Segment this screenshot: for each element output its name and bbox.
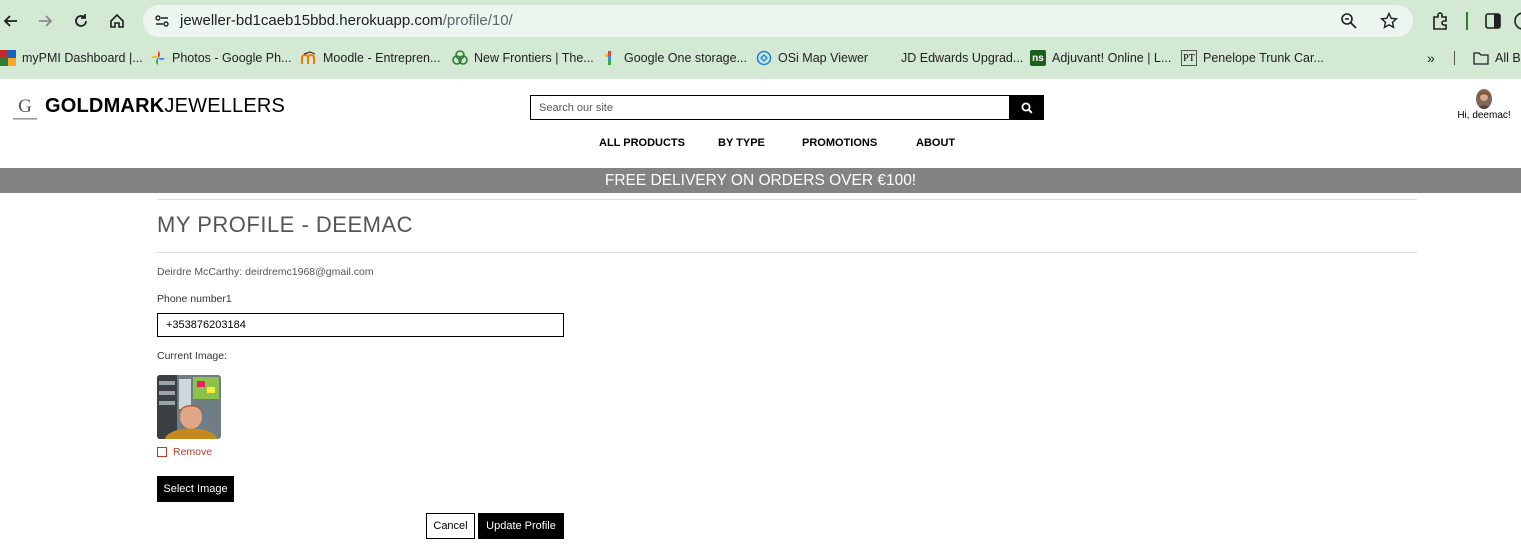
site-logo[interactable]: GOLDMARKJEWELLERS [45, 95, 285, 118]
google-one-icon [602, 50, 618, 66]
cancel-button[interactable]: Cancel [426, 513, 475, 539]
search-button[interactable] [1010, 95, 1044, 120]
folder-icon [1473, 50, 1489, 66]
reload-icon[interactable] [70, 10, 92, 32]
zoom-icon[interactable] [1340, 12, 1358, 30]
bookmark-star-icon[interactable] [1379, 11, 1399, 30]
phone-label: Phone number1 [157, 293, 232, 305]
bookmark-item[interactable]: Google One storage... [602, 49, 747, 67]
logo-rest: JEWELLERS [164, 95, 286, 117]
bookmark-item[interactable]: JD Edwards Upgrad... [879, 49, 1023, 67]
ns-icon: ns [1030, 50, 1046, 66]
nav-by-type[interactable]: BY TYPE [718, 137, 765, 149]
browser-chrome: jeweller-bd1caeb15bbd.herokuapp.com/prof… [0, 0, 1521, 79]
nav-promotions[interactable]: PROMOTIONS [802, 137, 877, 149]
nav-all-products[interactable]: ALL PRODUCTS [599, 137, 685, 149]
bookmarks-bar: myPMI Dashboard |... Photos - Google Ph.… [0, 45, 1521, 71]
side-panel-icon[interactable] [1483, 11, 1503, 31]
toolbar-divider [1466, 12, 1468, 30]
current-image-label: Current Image: [157, 350, 228, 362]
phone-field[interactable] [157, 313, 564, 337]
bookmark-label: Adjuvant! Online | L... [1052, 51, 1172, 65]
all-bookmarks-button[interactable]: All B [1473, 49, 1521, 67]
divider [157, 252, 1417, 253]
url-path: /profile/10/ [442, 12, 513, 29]
google-photos-icon [150, 50, 166, 66]
bookmark-label: JD Edwards Upgrad... [901, 51, 1024, 65]
search-icon [1021, 102, 1033, 114]
site-settings-icon[interactable] [153, 12, 171, 30]
blank-page-icon [879, 50, 895, 66]
update-profile-button[interactable]: Update Profile [478, 513, 564, 539]
checkbox-box[interactable] [157, 447, 167, 457]
home-icon[interactable] [106, 10, 128, 32]
extensions-icon[interactable] [1430, 11, 1450, 31]
avatar [1476, 89, 1492, 109]
address-bar[interactable]: jeweller-bd1caeb15bbd.herokuapp.com/prof… [143, 5, 1413, 37]
bookmark-item[interactable]: ns Adjuvant! Online | L... [1030, 49, 1171, 67]
user-greeting: Hi, deemac! [1457, 110, 1511, 121]
all-bookmarks-label: All B [1495, 51, 1521, 65]
page-title: MY PROFILE - DEEMAC [157, 212, 414, 237]
profile-image [157, 375, 221, 439]
bookmark-item[interactable]: OSi Map Viewer [756, 49, 868, 67]
search-input[interactable] [531, 96, 1009, 119]
divider [157, 199, 1417, 200]
bookmark-label: Penelope Trunk Car... [1203, 51, 1324, 65]
website: G GOLDMARKJEWELLERS Hi, deemac! ALL PROD… [0, 79, 1521, 548]
bookmark-label: Moodle - Entrepren... [323, 51, 441, 65]
search-box [530, 95, 1010, 120]
browser-toolbar: jeweller-bd1caeb15bbd.herokuapp.com/prof… [0, 0, 1521, 41]
bookmark-item[interactable]: Photos - Google Ph... [150, 49, 292, 67]
pt-icon: PT [1181, 50, 1197, 66]
logo-bold: GOLDMARK [45, 95, 165, 117]
account-menu[interactable]: Hi, deemac! [1452, 89, 1516, 121]
url-host: jeweller-bd1caeb15bbd.herokuapp.com [180, 12, 443, 29]
bookmark-label: myPMI Dashboard |... [22, 51, 143, 65]
bookmark-label: Google One storage... [624, 51, 747, 65]
select-image-button[interactable]: Select Image [157, 476, 234, 502]
back-icon[interactable] [0, 10, 22, 32]
new-frontiers-icon [452, 50, 468, 66]
remove-image-checkbox[interactable]: Remove [157, 446, 212, 458]
bookmarks-overflow-button[interactable]: » [1427, 49, 1435, 67]
pmi-icon [0, 50, 16, 66]
bookmark-item[interactable]: myPMI Dashboard |... [0, 49, 143, 67]
bookmark-item[interactable]: Moodle - Entrepren... [301, 49, 440, 67]
osi-icon [756, 50, 772, 66]
bookmark-label: Photos - Google Ph... [172, 51, 292, 65]
remove-label: Remove [173, 446, 213, 458]
user-info: Deirdre McCarthy: deirdremc1968@gmail.co… [157, 266, 374, 278]
promo-banner: FREE DELIVERY ON ORDERS OVER €100! [0, 168, 1521, 193]
bookmark-label: New Frontiers | The... [474, 51, 594, 65]
logo-mark[interactable]: G [11, 93, 39, 123]
nav-about[interactable]: ABOUT [916, 137, 955, 149]
profile-icon[interactable] [1513, 11, 1521, 31]
logo-mark-letter: G [18, 96, 32, 117]
bookmark-label: OSi Map Viewer [778, 51, 869, 65]
bookmark-item[interactable]: PT Penelope Trunk Car... [1181, 49, 1324, 67]
moodle-icon [301, 50, 317, 66]
bookmark-item[interactable]: New Frontiers | The... [452, 49, 594, 67]
main-nav: ALL PRODUCTS BY TYPE PROMOTIONS ABOUT [0, 137, 1521, 153]
forward-icon[interactable] [34, 10, 56, 32]
bookmarks-divider [1454, 51, 1455, 65]
url-text[interactable]: jeweller-bd1caeb15bbd.herokuapp.com/prof… [180, 12, 513, 29]
